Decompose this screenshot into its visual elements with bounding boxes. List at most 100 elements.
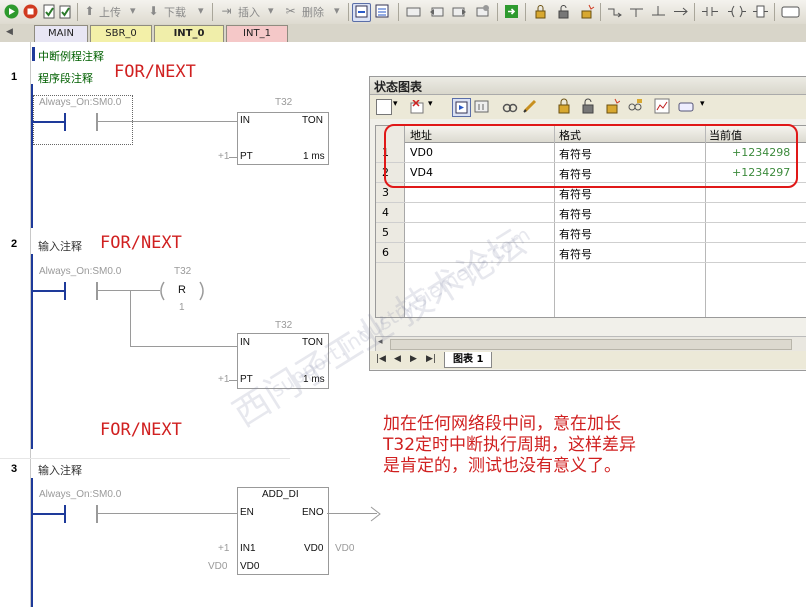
network-comment[interactable]: 输入注释	[38, 462, 82, 478]
network-clear-icon[interactable]	[474, 3, 491, 20]
upload-icon[interactable]: ⬆	[81, 3, 98, 20]
editor-gutter-line	[30, 42, 31, 607]
main-toolbar: ⬆ 上传 ▾ ⬇ 下载 ▾ ⇥ 插入 ▾ ✂ 删除 ▾	[0, 0, 806, 25]
network-comment[interactable]: 输入注释	[38, 238, 82, 254]
tab-int-0[interactable]: INT_0	[154, 25, 224, 42]
line-up-icon[interactable]	[650, 3, 667, 20]
block-name: TON	[302, 115, 323, 126]
routine-comment[interactable]: 中断例程注释	[38, 48, 104, 64]
contact-left[interactable]	[64, 282, 66, 300]
highlight-box	[384, 124, 798, 188]
block-in-pin: IN	[240, 337, 250, 348]
sheet-tab-1[interactable]: 图表 1	[444, 352, 493, 368]
delete-button[interactable]: 删除	[302, 4, 324, 20]
format-cell[interactable]: 有符号	[559, 186, 592, 202]
contact-right[interactable]	[96, 282, 98, 300]
stop-icon[interactable]	[22, 3, 39, 20]
tab-main[interactable]: MAIN	[34, 25, 88, 42]
contact-left[interactable]	[64, 113, 66, 131]
network-up-icon[interactable]	[428, 3, 445, 20]
next-sheet-icon[interactable]: ▶	[410, 354, 417, 364]
contact-label: Always_On:SM0.0	[39, 266, 122, 277]
force-lock-icon[interactable]	[556, 98, 572, 114]
delete-icon[interactable]: ✂	[282, 3, 299, 20]
read-icon[interactable]	[502, 99, 518, 114]
program-status-icon[interactable]	[352, 3, 371, 22]
upload-dropdown-icon[interactable]: ▾	[130, 4, 136, 17]
status-chart-title: 状态图表	[374, 80, 423, 94]
compile-icon[interactable]	[41, 3, 58, 20]
contact-icon[interactable]	[701, 3, 718, 20]
last-sheet-icon[interactable]: ▶|	[426, 354, 436, 364]
lock-icon[interactable]	[532, 3, 549, 20]
tag-icon[interactable]	[678, 99, 696, 113]
table-row[interactable]: 4 有符号	[376, 203, 806, 223]
contact-left[interactable]	[64, 505, 66, 523]
chart-status-icon[interactable]	[452, 98, 471, 117]
network-number[interactable]: 3	[11, 463, 17, 475]
insert-dropdown-icon[interactable]: ▾	[268, 4, 274, 17]
line-down-icon[interactable]	[628, 3, 645, 20]
delete-row-icon[interactable]	[410, 99, 424, 114]
contact-label: Always_On:SM0.0	[39, 489, 122, 500]
status-chart-titlebar[interactable]: 状态图表	[370, 77, 806, 95]
timer-label: T32	[275, 97, 293, 108]
coil-icon[interactable]	[727, 3, 746, 20]
arrow-right-icon	[370, 506, 381, 522]
format-cell[interactable]: 有符号	[559, 206, 592, 222]
for-next-overlay: FOR/NEXT	[100, 420, 182, 440]
tab-int-1[interactable]: INT_1	[226, 25, 288, 42]
for-next-overlay: FOR/NEXT	[114, 62, 196, 82]
delete-dropdown-icon[interactable]: ▾	[334, 4, 340, 17]
contact-right[interactable]	[96, 505, 98, 523]
compile-all-icon[interactable]	[58, 3, 75, 20]
force-icon[interactable]	[578, 3, 595, 20]
insert-row-icon[interactable]	[376, 99, 392, 115]
in1-value: +1	[218, 543, 230, 554]
trend-view-icon[interactable]	[654, 98, 670, 114]
box-icon[interactable]	[752, 3, 769, 20]
coil-label: T32	[174, 266, 192, 277]
block-pt-pin: PT	[240, 151, 253, 162]
tab-scroll-left-icon[interactable]: ◀	[6, 27, 13, 37]
contact-right[interactable]	[96, 113, 98, 131]
download-button[interactable]: 下载	[164, 4, 186, 20]
comment-box-icon[interactable]	[781, 3, 800, 20]
horizontal-scrollbar[interactable]: ◂	[375, 336, 806, 352]
upload-button[interactable]: 上传	[99, 4, 121, 20]
network-insert-icon[interactable]	[405, 3, 422, 20]
unforce-all-icon[interactable]	[604, 98, 621, 114]
block-name: ADD_DI	[262, 489, 299, 500]
chart-status-icon[interactable]	[374, 3, 391, 20]
scrollbar-thumb[interactable]	[390, 339, 792, 350]
block-in-pin: IN	[240, 115, 250, 126]
insert-icon[interactable]: ⇥	[218, 3, 235, 20]
network-number[interactable]: 2	[11, 238, 17, 250]
out-value: VD0	[335, 543, 355, 554]
network-comment[interactable]: 程序段注释	[38, 70, 93, 86]
network-down-icon[interactable]	[451, 3, 468, 20]
read-forced-icon[interactable]	[627, 98, 643, 114]
prev-sheet-icon[interactable]: ◀	[394, 354, 401, 364]
format-cell[interactable]: 有符号	[559, 226, 592, 242]
contact-line-icon[interactable]	[606, 3, 623, 20]
unforce-icon[interactable]	[580, 98, 596, 114]
download-icon[interactable]: ⬇	[145, 3, 162, 20]
unlock-icon[interactable]	[555, 3, 572, 20]
goto-icon[interactable]	[503, 3, 520, 20]
run-icon[interactable]	[3, 3, 20, 20]
insert-button[interactable]: 插入	[238, 4, 260, 20]
for-next-overlay: FOR/NEXT	[100, 233, 182, 253]
format-cell[interactable]: 有符号	[559, 246, 592, 262]
status-chart-window: 状态图表 ▾ ▾ ▾ 地址 格式 当前值 1 VD0 有符号 +1234298	[369, 76, 806, 371]
table-row[interactable]: 5 有符号	[376, 223, 806, 243]
single-read-icon[interactable]	[474, 99, 489, 114]
power-rail	[31, 254, 33, 449]
network-number[interactable]: 1	[11, 71, 17, 83]
pt-value: +1	[218, 374, 230, 385]
status-chart-toolbar: ▾ ▾ ▾	[370, 95, 806, 119]
tab-sbr-0[interactable]: SBR_0	[90, 25, 152, 42]
line-right-icon[interactable]	[672, 3, 689, 20]
write-icon[interactable]	[522, 98, 538, 114]
download-dropdown-icon[interactable]: ▾	[198, 4, 204, 17]
